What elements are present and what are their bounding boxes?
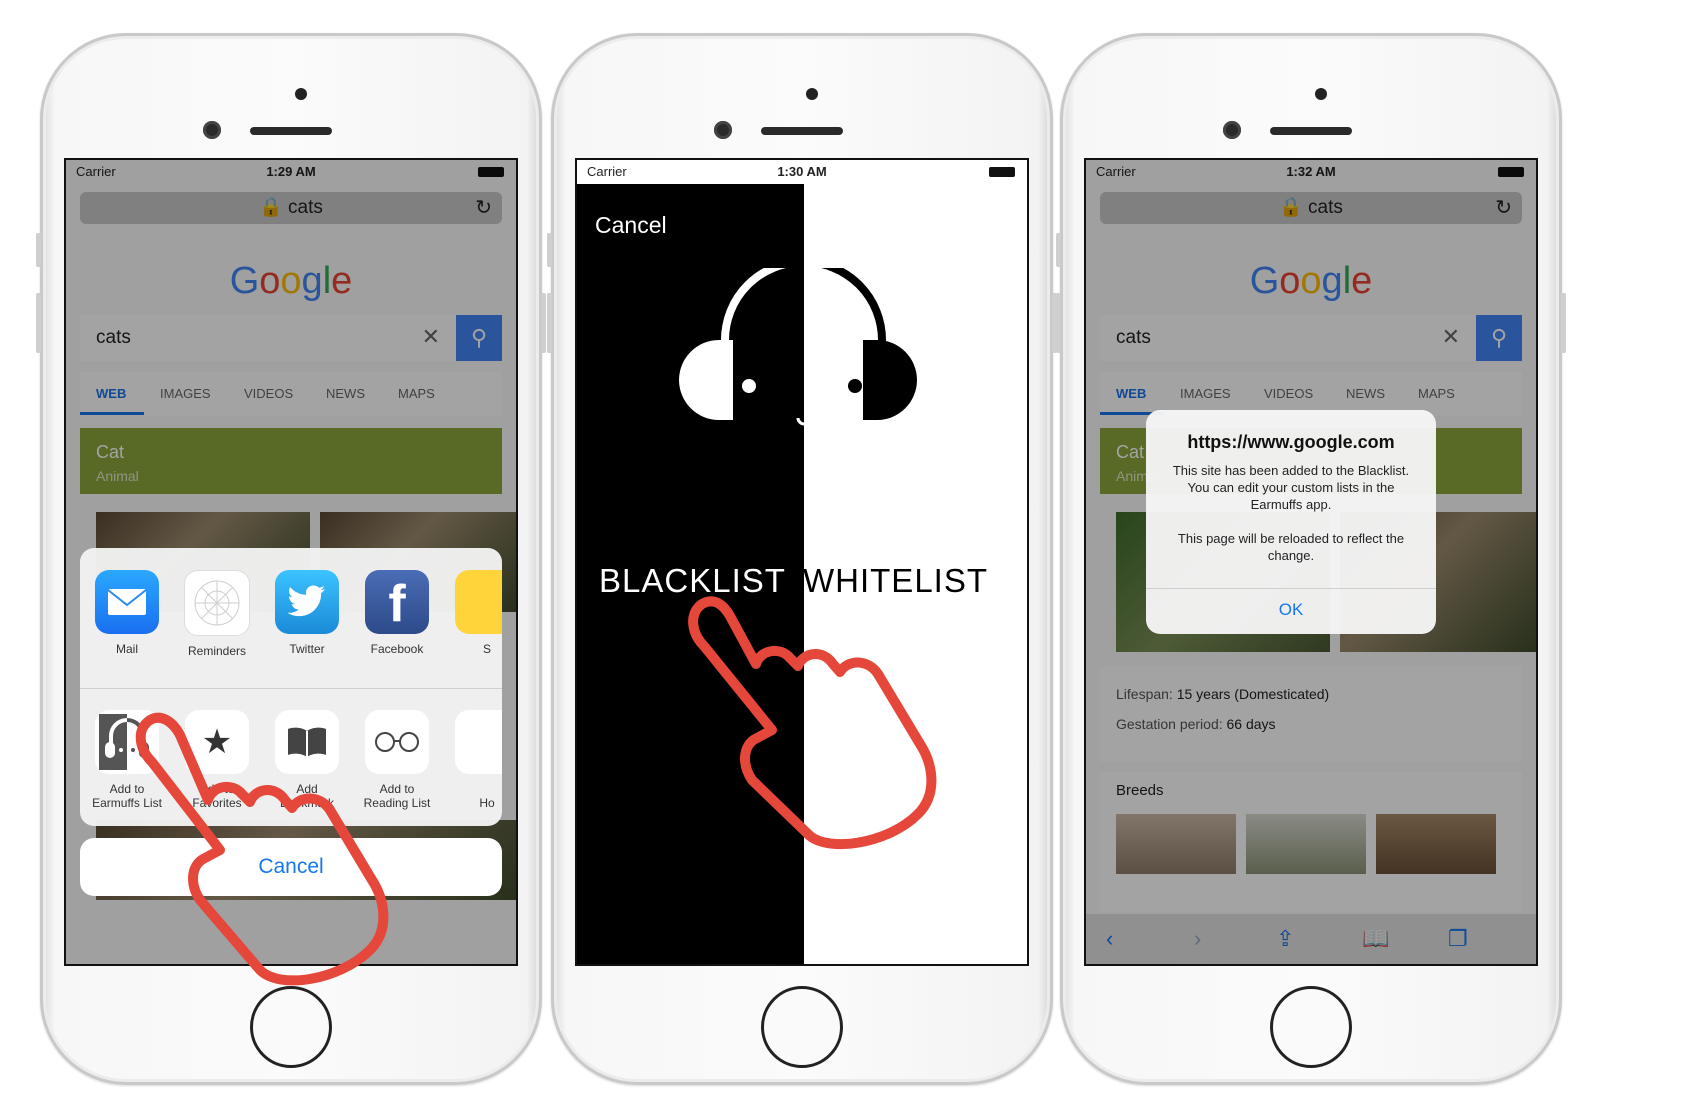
alert-title: https://www.google.com	[1187, 432, 1395, 452]
action-label: Ho	[479, 796, 495, 810]
earmuffs-logo-icon	[679, 268, 917, 426]
mail-icon	[95, 570, 159, 634]
cancel-button[interactable]: Cancel	[80, 838, 502, 896]
mute-switch	[36, 233, 41, 267]
status-time: 1:30 AM	[777, 164, 827, 179]
phone-1: Carrier 1:29 AM 🔒 cats ↻ Google cats ✕ ⚲…	[36, 33, 546, 1085]
volume-up-button	[36, 293, 41, 353]
screen: Carrier 1:29 AM 🔒 cats ↻ Google cats ✕ ⚲…	[64, 158, 518, 966]
alert-message: This site has been added to the Blacklis…	[1172, 463, 1410, 512]
mute-switch	[1056, 233, 1061, 267]
earpiece-speaker	[250, 127, 332, 135]
volume-up-button	[547, 293, 552, 353]
earpiece-speaker	[761, 127, 843, 135]
share-app-mail[interactable]: Mail	[84, 570, 170, 656]
blacklist-label[interactable]: BLACKLIST	[599, 562, 786, 600]
divider	[80, 688, 502, 689]
facebook-icon: f	[365, 570, 429, 634]
reminders-icon	[184, 570, 250, 636]
alert-divider	[1146, 588, 1436, 589]
app-icon	[455, 570, 502, 634]
share-app-more[interactable]: S	[444, 570, 502, 656]
home-button[interactable]	[250, 986, 332, 1068]
phone-2: Carrier 1:30 AM Cancel BLACKLIST WHITELI…	[547, 33, 1057, 1085]
earmuffs-icon	[95, 710, 159, 774]
front-camera	[203, 121, 221, 139]
share-app-label: Mail	[115, 642, 138, 656]
share-app-reminders[interactable]: Reminders	[174, 570, 260, 658]
star-icon: ★	[185, 710, 249, 774]
front-camera	[1223, 121, 1241, 139]
alert-dialog: https://www.google.com This site has bee…	[1146, 410, 1436, 634]
book-icon	[275, 710, 339, 774]
mute-switch	[547, 233, 552, 267]
glasses-icon	[365, 710, 429, 774]
share-app-label: Reminders	[187, 644, 247, 658]
proximity-sensor	[806, 88, 818, 100]
power-button	[541, 293, 546, 353]
status-bar: Carrier 1:30 AM	[577, 160, 1027, 182]
action-label: Add to Reading List	[363, 782, 431, 810]
home-button[interactable]	[1270, 986, 1352, 1068]
action-label: Add to Earmuffs List	[92, 782, 162, 810]
action-more[interactable]: Ho	[444, 710, 502, 810]
share-app-facebook[interactable]: f Facebook	[354, 570, 440, 656]
home-button[interactable]	[761, 986, 843, 1068]
action-label: Add Bookmark	[279, 782, 335, 810]
power-button	[1561, 293, 1566, 353]
phone-3: Carrier 1:32 AM 🔒 cats ↻ Google cats ✕ ⚲…	[1056, 33, 1566, 1085]
share-sheet: Mail Reminders Twitter f Facebook S Add …	[80, 548, 502, 826]
screen: Carrier 1:30 AM Cancel BLACKLIST WHITELI…	[575, 158, 1029, 966]
battery-icon	[989, 167, 1015, 177]
volume-up-button	[1056, 293, 1061, 353]
screen: Carrier 1:32 AM 🔒 cats ↻ Google cats ✕ ⚲…	[1084, 158, 1538, 966]
proximity-sensor	[295, 88, 307, 100]
cancel-button[interactable]: Cancel	[595, 212, 667, 239]
action-add-to-favorites[interactable]: ★ Add to Favorites	[174, 710, 260, 810]
share-app-twitter[interactable]: Twitter	[264, 570, 350, 656]
action-add-bookmark[interactable]: Add Bookmark	[264, 710, 350, 810]
proximity-sensor	[1315, 88, 1327, 100]
home-screen-icon	[455, 710, 502, 774]
share-app-label: Twitter	[289, 642, 325, 656]
front-camera	[714, 121, 732, 139]
whitelist-label[interactable]: WHITELIST	[803, 562, 988, 600]
alert-message-reload: This page will be reloaded to reflect th…	[1177, 531, 1405, 563]
earpiece-speaker	[1270, 127, 1352, 135]
share-app-label: S	[482, 642, 491, 656]
ok-button[interactable]: OK	[1146, 600, 1436, 620]
action-label: Add to Favorites	[192, 782, 242, 810]
share-app-label: Facebook	[370, 642, 424, 656]
action-add-to-earmuffs-list[interactable]: Add to Earmuffs List	[84, 710, 170, 810]
action-add-to-reading-list[interactable]: Add to Reading List	[354, 710, 440, 810]
twitter-icon	[275, 570, 339, 634]
